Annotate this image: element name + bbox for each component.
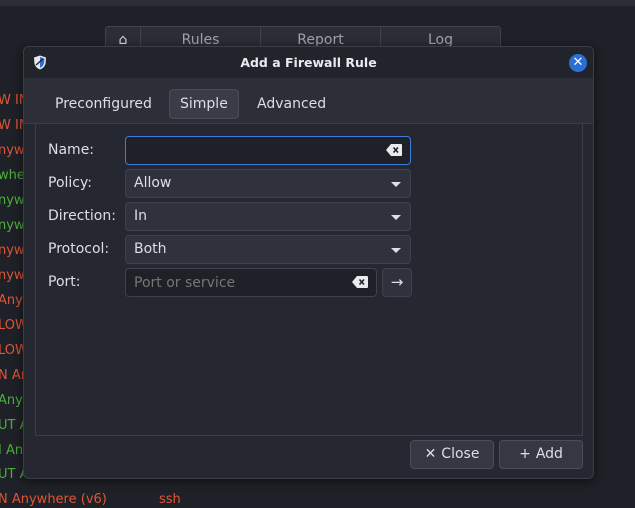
clear-text-icon[interactable] [386,144,402,156]
name-field[interactable] [125,136,411,165]
tab-simple[interactable]: Simple [169,89,239,119]
mode-tab-bar: Preconfigured Simple Advanced [24,78,593,124]
chevron-down-icon [391,215,401,220]
close-icon[interactable]: ✕ [569,54,587,72]
add-button-label: Add [535,446,563,462]
protocol-dropdown[interactable]: Both [125,235,411,264]
policy-label: Policy: [48,175,92,191]
clear-text-icon[interactable] [352,276,368,288]
close-icon: ✕ [424,446,437,462]
add-rule-dialog: Add a Firewall Rule ✕ Preconfigured Simp… [23,46,594,479]
port-field[interactable] [125,268,377,297]
policy-dropdown[interactable]: Allow [125,169,411,198]
tab-preconfigured[interactable]: Preconfigured [45,89,162,119]
rule-row[interactable]: whe [0,168,25,183]
dialog-title: Add a Firewall Rule [240,55,377,70]
simple-form-panel: Name: Policy: Allow Direction: In Protoc… [35,124,583,436]
protocol-label: Protocol: [48,241,110,257]
close-button-label: Close [441,446,480,462]
port-go-button[interactable]: → [382,268,412,297]
chevron-down-icon [391,248,401,253]
tab-advanced[interactable]: Advanced [247,89,336,119]
direction-label: Direction: [48,208,116,224]
main-window-titlebar [0,0,635,6]
rule-row-last[interactable]: N Anywhere (v6) [0,492,107,507]
plus-icon: + [519,446,531,462]
direction-dropdown[interactable]: In [125,202,411,231]
rule-row[interactable]: I An [0,443,23,458]
policy-value: Allow [134,175,172,191]
rule-row[interactable]: Any [0,393,23,408]
rule-service: ssh [159,492,181,507]
protocol-value: Both [134,241,167,257]
direction-value: In [134,208,148,224]
port-input[interactable] [126,269,376,296]
name-input[interactable] [126,137,410,164]
dialog-titlebar: Add a Firewall Rule ✕ [24,47,593,78]
add-button[interactable]: + Add [499,440,583,469]
arrow-right-icon: → [390,273,404,291]
rule-row[interactable]: Any [0,293,23,308]
close-button[interactable]: ✕ Close [410,440,494,469]
name-label: Name: [48,142,95,158]
port-label: Port: [48,274,81,290]
chevron-down-icon [391,182,401,187]
